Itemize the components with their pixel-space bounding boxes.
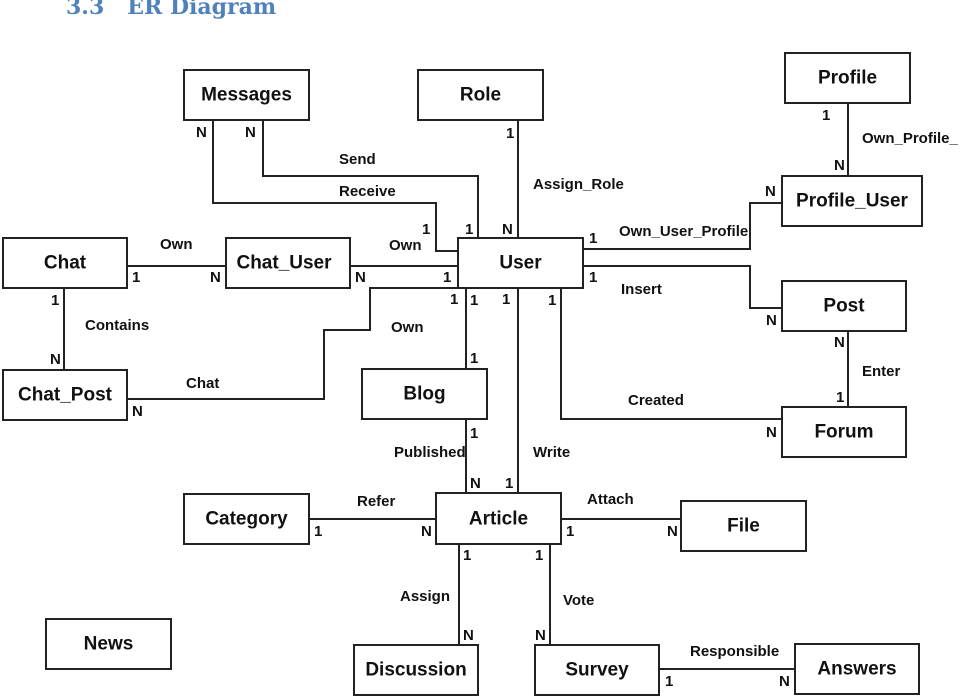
card-send-messages: N	[196, 124, 207, 141]
rel-label-own-user-profile: Own_User_Profile	[619, 223, 748, 240]
card-discussion-assign: N	[463, 627, 474, 644]
rel-label-user-own-blog: Own	[391, 319, 424, 336]
card-article-published: N	[470, 475, 481, 492]
entity-chat[interactable]: Chat	[2, 237, 128, 289]
entity-label: File	[727, 516, 760, 537]
entity-user[interactable]: User	[457, 237, 584, 289]
entity-post[interactable]: Post	[781, 280, 907, 332]
card-forum-enter: 1	[836, 389, 844, 406]
card-user-assign-role: N	[502, 221, 513, 238]
card-profile-user-left: N	[765, 183, 776, 200]
entity-label: Profile	[818, 68, 877, 89]
entity-news[interactable]: News	[45, 618, 172, 670]
rel-label-vote: Vote	[563, 592, 594, 609]
card-user-write: 1	[502, 291, 510, 308]
card-profile-user-top: N	[834, 157, 845, 174]
rel-label-responsible: Responsible	[690, 643, 779, 660]
card-chat-post-chat: N	[132, 403, 143, 420]
card-user-receive: 1	[422, 221, 430, 238]
entity-label: Profile_User	[796, 191, 909, 212]
card-post-enter: N	[834, 334, 845, 351]
entity-label: Article	[469, 509, 528, 530]
card-user-chat: 1	[450, 291, 458, 308]
entity-label: Forum	[814, 422, 873, 443]
entity-file[interactable]: File	[680, 500, 807, 552]
card-blog-published: 1	[470, 425, 478, 442]
entity-label: Discussion	[365, 660, 466, 681]
entity-chat-user[interactable]: Chat_User	[225, 237, 351, 289]
entity-label: News	[84, 634, 134, 655]
rel-label-own-profile: Own_Profile_	[862, 130, 959, 147]
entity-category[interactable]: Category	[183, 493, 310, 545]
entity-label: Chat	[44, 253, 87, 274]
rel-label-created: Created	[628, 392, 684, 409]
card-user-send: 1	[465, 221, 473, 238]
card-category-refer: 1	[314, 523, 322, 540]
rel-label-assign-role: Assign_Role	[533, 176, 624, 193]
entity-label: Category	[205, 509, 288, 530]
card-profile: 1	[822, 107, 830, 124]
rel-label-assign: Assign	[400, 588, 450, 605]
rel-label-write: Write	[533, 444, 570, 461]
entity-forum[interactable]: Forum	[781, 406, 907, 458]
rel-label-receive: Receive	[339, 183, 396, 200]
entity-chat-post[interactable]: Chat_Post	[2, 369, 128, 421]
card-user-own-chat-user: 1	[443, 269, 451, 286]
card-user-created: 1	[548, 292, 556, 309]
entity-label: Survey	[565, 660, 629, 681]
rel-label-refer: Refer	[357, 493, 396, 510]
entity-label: Role	[460, 85, 501, 106]
rel-label-attach: Attach	[587, 491, 634, 508]
card-role: 1	[506, 125, 514, 142]
card-forum-created: N	[766, 424, 777, 441]
card-article-assign: 1	[463, 547, 471, 564]
entity-label: Post	[823, 296, 865, 317]
card-chat-user-own: N	[210, 269, 221, 286]
card-user-insert: 1	[589, 269, 597, 286]
card-user-own-user-profile: 1	[589, 230, 597, 247]
entity-blog[interactable]: Blog	[361, 368, 488, 420]
entity-profile[interactable]: Profile	[784, 52, 911, 104]
entity-label: Answers	[817, 659, 896, 680]
line-send	[262, 120, 479, 238]
er-diagram: Messages Role Profile Profile_User Chat …	[2, 52, 959, 696]
card-survey-vote: N	[535, 627, 546, 644]
card-survey-responsible: 1	[665, 673, 673, 690]
line-insert	[583, 265, 782, 309]
entity-messages[interactable]: Messages	[183, 69, 310, 121]
entity-label: User	[499, 253, 542, 274]
card-answers-responsible: N	[779, 673, 790, 690]
entity-role[interactable]: Role	[417, 69, 544, 121]
card-blog-own: 1	[470, 350, 478, 367]
entity-label: Chat_User	[236, 253, 332, 274]
card-file-attach: N	[667, 523, 678, 540]
card-article-write: 1	[505, 475, 513, 492]
card-chat-post-contains: N	[50, 351, 61, 368]
card-post-insert: N	[766, 312, 777, 329]
card-article-attach: 1	[566, 523, 574, 540]
entity-label: Messages	[201, 85, 292, 106]
entity-label: Chat_Post	[18, 385, 113, 406]
card-article-vote: 1	[535, 547, 543, 564]
rel-label-insert: Insert	[621, 281, 662, 298]
rel-label-send: Send	[339, 151, 376, 168]
entity-discussion[interactable]: Discussion	[353, 644, 479, 696]
card-article-refer: N	[421, 523, 432, 540]
entity-profile-user[interactable]: Profile_User	[781, 175, 923, 227]
card-receive-messages: N	[245, 124, 256, 141]
card-chat-contains: 1	[51, 292, 59, 309]
rel-label-chat: Chat	[186, 375, 219, 392]
entity-label: Blog	[403, 384, 445, 405]
rel-label-enter: Enter	[862, 363, 901, 380]
card-chat-own: 1	[132, 269, 140, 286]
card-chat-user-user: N	[355, 269, 366, 286]
entity-article[interactable]: Article	[435, 492, 562, 545]
rel-label-published: Published	[394, 444, 466, 461]
entity-survey[interactable]: Survey	[534, 644, 660, 696]
card-user-own-blog: 1	[470, 292, 478, 309]
rel-label-chat-own: Own	[160, 236, 193, 253]
rel-label-contains: Contains	[85, 317, 149, 334]
rel-label-user-own-chat-user: Own	[389, 237, 422, 254]
entity-answers[interactable]: Answers	[794, 643, 920, 695]
